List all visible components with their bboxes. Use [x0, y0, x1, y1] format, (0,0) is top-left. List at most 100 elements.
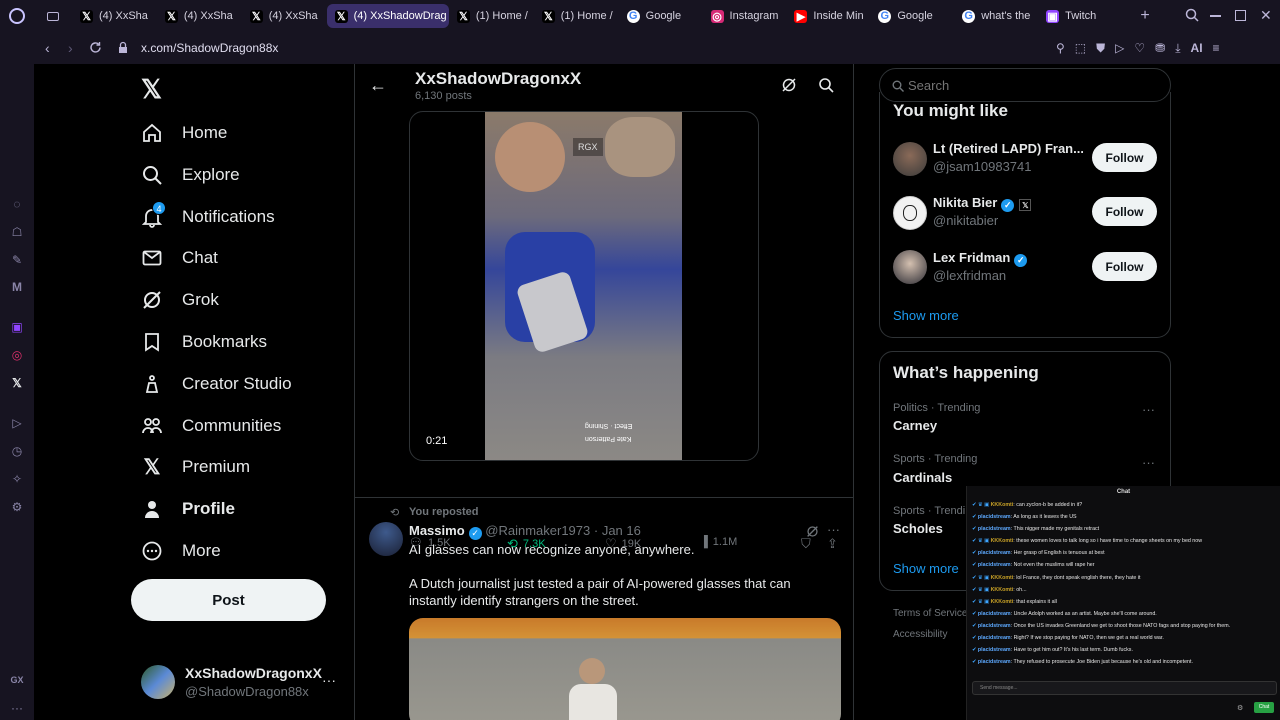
browser-tab[interactable]: 𝕏 (1) Home /	[449, 0, 534, 32]
avatar[interactable]	[893, 250, 927, 284]
menu-icon[interactable]: ≡	[1213, 41, 1220, 56]
chat-username[interactable]: KKKomti	[991, 502, 1014, 508]
wallet-icon[interactable]: ⛃	[1155, 41, 1165, 56]
chat-send-button[interactable]: Chat	[1254, 702, 1274, 713]
chat-username[interactable]: placidstream	[978, 611, 1011, 617]
nav-item-more[interactable]: More	[140, 531, 221, 571]
chat-username[interactable]: placidstream	[978, 647, 1011, 653]
grok-icon[interactable]	[805, 524, 819, 538]
trend-topic[interactable]: Carney	[893, 418, 937, 433]
tweet-more-icon[interactable]: ···	[827, 522, 840, 537]
extensions-icon[interactable]: ✧	[9, 471, 25, 487]
gx-logo[interactable]: GX	[9, 672, 25, 688]
trend-topic[interactable]: Scholes	[893, 521, 943, 536]
chat-message-list[interactable]: ✔ ♛ ▣ KKKomti: can zyclon-b be added in …	[967, 498, 1280, 668]
account-menu-icon[interactable]: ···	[322, 672, 336, 688]
browser-tab[interactable]: 𝕏 (1) Home /	[534, 0, 619, 32]
show-more-link[interactable]: Show more	[893, 308, 959, 323]
browser-tab[interactable]: G Google	[870, 0, 954, 32]
nav-item-explore[interactable]: Explore	[140, 155, 240, 195]
trend-more-icon[interactable]: ···	[1142, 455, 1155, 470]
snapshot-icon[interactable]: ⬚	[1075, 41, 1086, 56]
browser-tab[interactable]: G Google	[619, 0, 703, 32]
author-avatar[interactable]	[369, 522, 403, 556]
robot-icon[interactable]: ☖	[9, 224, 25, 240]
video-player[interactable]: RGX Effect · Shining Kate Patterson 0:21	[409, 111, 759, 461]
terms-link[interactable]: Terms of Service	[893, 608, 967, 619]
browser-tab[interactable]: ▣ Twitch	[1038, 0, 1122, 32]
nav-item-grok[interactable]: Grok	[140, 280, 219, 320]
chat-username[interactable]: placidstream	[978, 526, 1011, 532]
tweet-media[interactable]	[409, 618, 841, 720]
nav-item-bookmarks[interactable]: Bookmarks	[140, 322, 267, 362]
forward-icon[interactable]: ›	[68, 40, 73, 56]
nav-item-chat[interactable]: Chat	[140, 238, 218, 278]
search-icon[interactable]	[817, 76, 835, 94]
accessibility-link[interactable]: Accessibility	[893, 629, 947, 640]
close-window-icon[interactable]: ✕	[1260, 7, 1272, 24]
m-app-icon[interactable]: M	[9, 279, 25, 295]
account-avatar[interactable]	[141, 665, 175, 699]
chat-username[interactable]: placidstream	[978, 659, 1011, 665]
nav-item-creator-studio[interactable]: Creator Studio	[140, 364, 292, 404]
minimize-icon[interactable]	[1210, 15, 1221, 17]
reload-icon[interactable]	[89, 41, 102, 54]
browser-tab[interactable]: 𝕏 (4) XxShadowDrag	[326, 4, 449, 28]
browser-tab[interactable]: ◎ Instagram	[703, 0, 787, 32]
opera-logo-icon[interactable]	[0, 0, 34, 32]
suggestion-name[interactable]: Nikita Bier ✓ 𝕏	[933, 195, 1032, 212]
follow-button[interactable]: Follow	[1092, 197, 1157, 226]
chat-username[interactable]: placidstream	[978, 514, 1011, 520]
chat-username[interactable]: placidstream	[978, 623, 1011, 629]
follow-button[interactable]: Follow	[1092, 252, 1157, 281]
grok-icon[interactable]	[780, 76, 798, 94]
show-more-link[interactable]: Show more	[893, 561, 959, 576]
chat-username[interactable]: placidstream	[978, 562, 1011, 568]
aria-icon[interactable]: ◌	[9, 196, 25, 212]
settings-icon[interactable]: ⚙	[9, 499, 25, 515]
avatar[interactable]	[893, 196, 927, 230]
history-icon[interactable]: ◷	[9, 443, 25, 459]
suggestion-name[interactable]: Lex Fridman ✓	[933, 250, 1028, 267]
follow-button[interactable]: Follow	[1092, 143, 1157, 172]
post-button[interactable]: Post	[131, 579, 326, 621]
nav-item-communities[interactable]: Communities	[140, 406, 281, 446]
trend-topic[interactable]: Cardinals	[893, 470, 952, 485]
notes-icon[interactable]: ✎	[9, 252, 25, 268]
chat-username[interactable]: KKKomti	[991, 538, 1014, 544]
x-sidebar-icon[interactable]: 𝕏	[9, 375, 25, 391]
player-icon[interactable]: ▷	[9, 415, 25, 431]
nav-item-profile[interactable]: Profile	[140, 489, 235, 529]
new-tab-button[interactable]: +	[1137, 8, 1153, 24]
browser-tab[interactable]: 𝕏 (4) XxSha	[157, 0, 242, 32]
author-name[interactable]: Massimo	[409, 523, 465, 538]
chat-settings-icon[interactable]: ⚙	[1237, 704, 1243, 712]
nav-item-premium[interactable]: 𝕏 Premium	[140, 447, 250, 487]
download-icon[interactable]: ⤓	[1175, 41, 1180, 56]
url-field[interactable]: x.com/ShadowDragon88x	[141, 41, 278, 55]
more-dots-icon[interactable]: ···	[9, 700, 25, 716]
ai-button[interactable]: AI	[1191, 41, 1203, 56]
browser-tab[interactable]: 𝕏 (4) XxSha	[72, 0, 157, 32]
chat-username[interactable]: KKKomti	[991, 587, 1014, 593]
avatar[interactable]	[893, 142, 927, 176]
nav-item-notifications[interactable]: 4 Notifications	[140, 197, 275, 237]
back-arrow-icon[interactable]: ←	[369, 75, 387, 95]
pin-icon[interactable]: ⚲	[1056, 41, 1065, 56]
tweet-date[interactable]: · Jan 16	[594, 523, 641, 538]
shield-icon[interactable]: ⛊	[1096, 41, 1105, 56]
tab-overview-icon[interactable]	[34, 0, 72, 32]
chat-username[interactable]: placidstream	[978, 635, 1011, 641]
maximize-icon[interactable]	[1235, 10, 1246, 21]
search-tabs-icon[interactable]	[1185, 8, 1199, 22]
chat-username[interactable]: KKKomti	[991, 599, 1014, 605]
instagram-icon[interactable]: ◎	[9, 347, 25, 363]
chat-input[interactable]: Send message...	[972, 681, 1277, 695]
trend-more-icon[interactable]: ···	[1142, 402, 1155, 417]
browser-tab[interactable]: 𝕏 (4) XxSha	[242, 0, 327, 32]
chat-username[interactable]: placidstream	[978, 550, 1011, 556]
heart-icon[interactable]: ♡	[1134, 41, 1145, 56]
suggestion-name[interactable]: Lt (Retired LAPD) Fran...	[933, 141, 1083, 156]
browser-tab[interactable]: Gwhat's the	[954, 0, 1038, 32]
send-icon[interactable]: ▷	[1115, 41, 1124, 56]
